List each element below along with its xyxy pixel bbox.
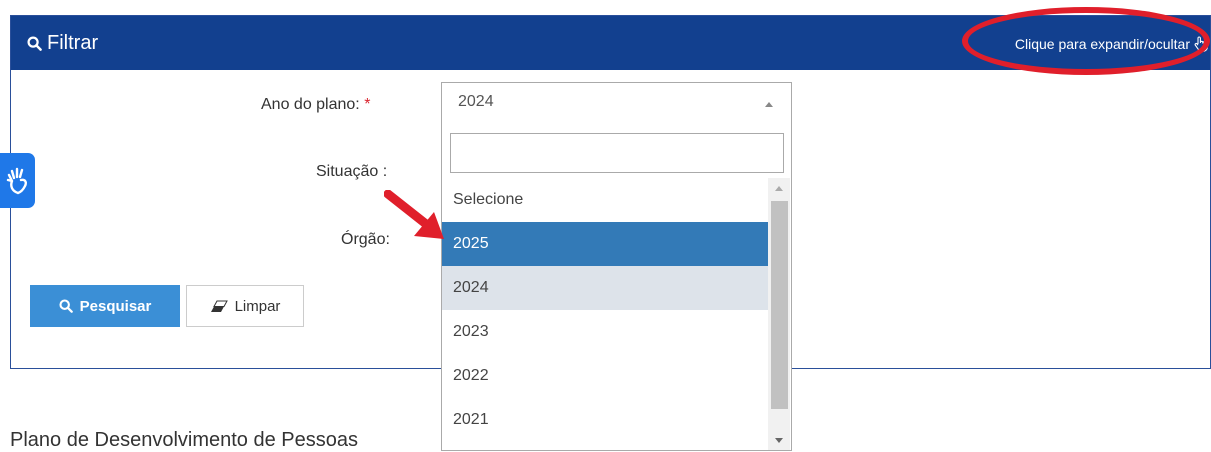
dropdown-option-2024[interactable]: 2024 (442, 266, 768, 310)
filter-title-text: Filtrar (47, 32, 99, 54)
accessibility-widget[interactable] (0, 153, 35, 208)
section-title: Plano de Desenvolvimento de Pessoas (10, 429, 358, 451)
ano-label: Ano do plano: * (261, 96, 370, 114)
dropdown-option-selecione[interactable]: Selecione (442, 178, 768, 222)
filter-panel-header[interactable]: Filtrar Clique para expandir/ocultar (11, 16, 1210, 70)
dropdown-option-2022[interactable]: 2022 (442, 354, 768, 398)
scroll-down-icon[interactable] (775, 438, 783, 443)
filter-panel-title: Filtrar (27, 31, 98, 55)
ano-label-text: Ano do plano: (261, 96, 360, 113)
expand-collapse-link[interactable]: Clique para expandir/ocultar (1015, 35, 1208, 53)
dropdown-option-2025[interactable]: 2025 (442, 222, 768, 266)
limpar-label: Limpar (234, 297, 281, 315)
hand-sign-icon (6, 167, 27, 194)
dropdown-option-2023[interactable]: 2023 (442, 310, 768, 354)
required-mark: * (364, 96, 371, 113)
eraser-icon (210, 300, 228, 312)
pesquisar-label: Pesquisar (79, 297, 152, 315)
dropdown-search-input[interactable] (450, 133, 784, 173)
search-icon (59, 299, 73, 313)
situacao-label: Situação : (316, 163, 388, 180)
pesquisar-button[interactable]: Pesquisar (30, 285, 180, 327)
caret-up-icon (765, 102, 773, 107)
hand-pointer-icon (1194, 36, 1208, 52)
scroll-up-icon[interactable] (775, 186, 783, 191)
ano-select-value: 2024 (458, 93, 494, 110)
orgao-label: Órgão: (341, 231, 390, 248)
dropdown-scrollbar[interactable] (768, 178, 790, 450)
dropdown-options: Selecione 2025 2024 2023 2022 2021 (442, 178, 768, 442)
expand-link-text[interactable]: Clique para expandir/ocultar (1015, 35, 1190, 53)
ano-select[interactable]: 2024 (441, 82, 792, 126)
scroll-thumb[interactable] (771, 201, 788, 409)
search-icon (27, 35, 42, 51)
dropdown-option-2021[interactable]: 2021 (442, 398, 768, 442)
limpar-button[interactable]: Limpar (186, 285, 304, 327)
ano-dropdown: Selecione 2025 2024 2023 2022 2021 (441, 125, 792, 451)
